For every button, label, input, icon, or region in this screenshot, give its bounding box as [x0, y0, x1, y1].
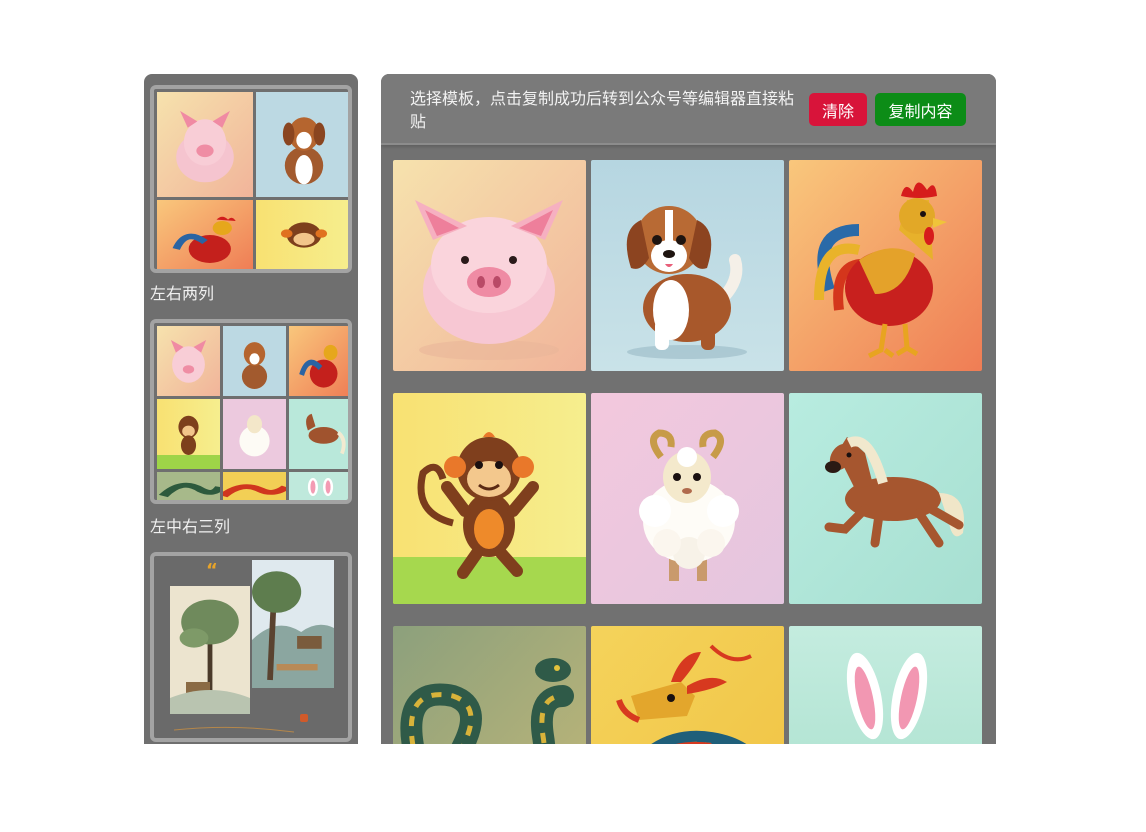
clear-button[interactable]: 清除: [809, 93, 867, 126]
template-three-column-card[interactable]: [150, 319, 352, 504]
thumb-snake-image: [157, 472, 220, 500]
template-two-column-label: 左右两列: [150, 284, 215, 303]
felt-dog-image[interactable]: [591, 160, 784, 371]
thumb-rabbit-image: [289, 472, 348, 500]
image-gallery: [393, 160, 984, 744]
thumb-monkey-image: [256, 200, 348, 269]
thumb-pig-image: [157, 326, 220, 396]
thumb-rooster-image: [157, 200, 253, 269]
thumb-rooster-image: [289, 326, 348, 396]
thumb-ink-tree-image: [170, 586, 250, 714]
thumb-dragon-image: [223, 472, 286, 500]
felt-rooster-image[interactable]: [789, 160, 982, 371]
template-two-column-card[interactable]: [150, 85, 352, 273]
felt-horse-image[interactable]: [789, 393, 982, 604]
template-sidebar: 左右两列 左中右三列 “: [144, 74, 358, 744]
decorative-swash-icon: [174, 726, 294, 733]
thumb-pig-image: [157, 92, 253, 197]
quote-mark-icon: “: [206, 560, 218, 581]
thumb-dog-image: [223, 326, 286, 396]
template-three-column-label: 左中右三列: [150, 517, 231, 536]
main-panel: 选择模板，点击复制成功后转到公众号等编辑器直接粘贴 清除 复制内容: [381, 74, 996, 744]
felt-dragon-image[interactable]: [591, 626, 784, 744]
felt-rabbit-image[interactable]: [789, 626, 982, 744]
toolbar: 选择模板，点击复制成功后转到公众号等编辑器直接粘贴 清除 复制内容: [381, 74, 996, 145]
felt-sheep-image[interactable]: [591, 393, 784, 604]
copy-content-button[interactable]: 复制内容: [875, 93, 966, 126]
thumb-monkey-image: [157, 399, 220, 469]
seal-icon: [300, 714, 308, 722]
felt-monkey-image[interactable]: [393, 393, 586, 604]
thumb-landscape-scholar-image: [252, 560, 334, 688]
felt-snake-image[interactable]: [393, 626, 586, 744]
thumb-sheep-image: [223, 399, 286, 469]
thumb-horse-image: [289, 399, 348, 469]
felt-pig-image[interactable]: [393, 160, 586, 371]
thumb-dog-image: [256, 92, 348, 197]
template-quote-landscape-card[interactable]: “: [150, 552, 352, 742]
instructions-text: 选择模板，点击复制成功后转到公众号等编辑器直接粘贴: [410, 89, 795, 131]
